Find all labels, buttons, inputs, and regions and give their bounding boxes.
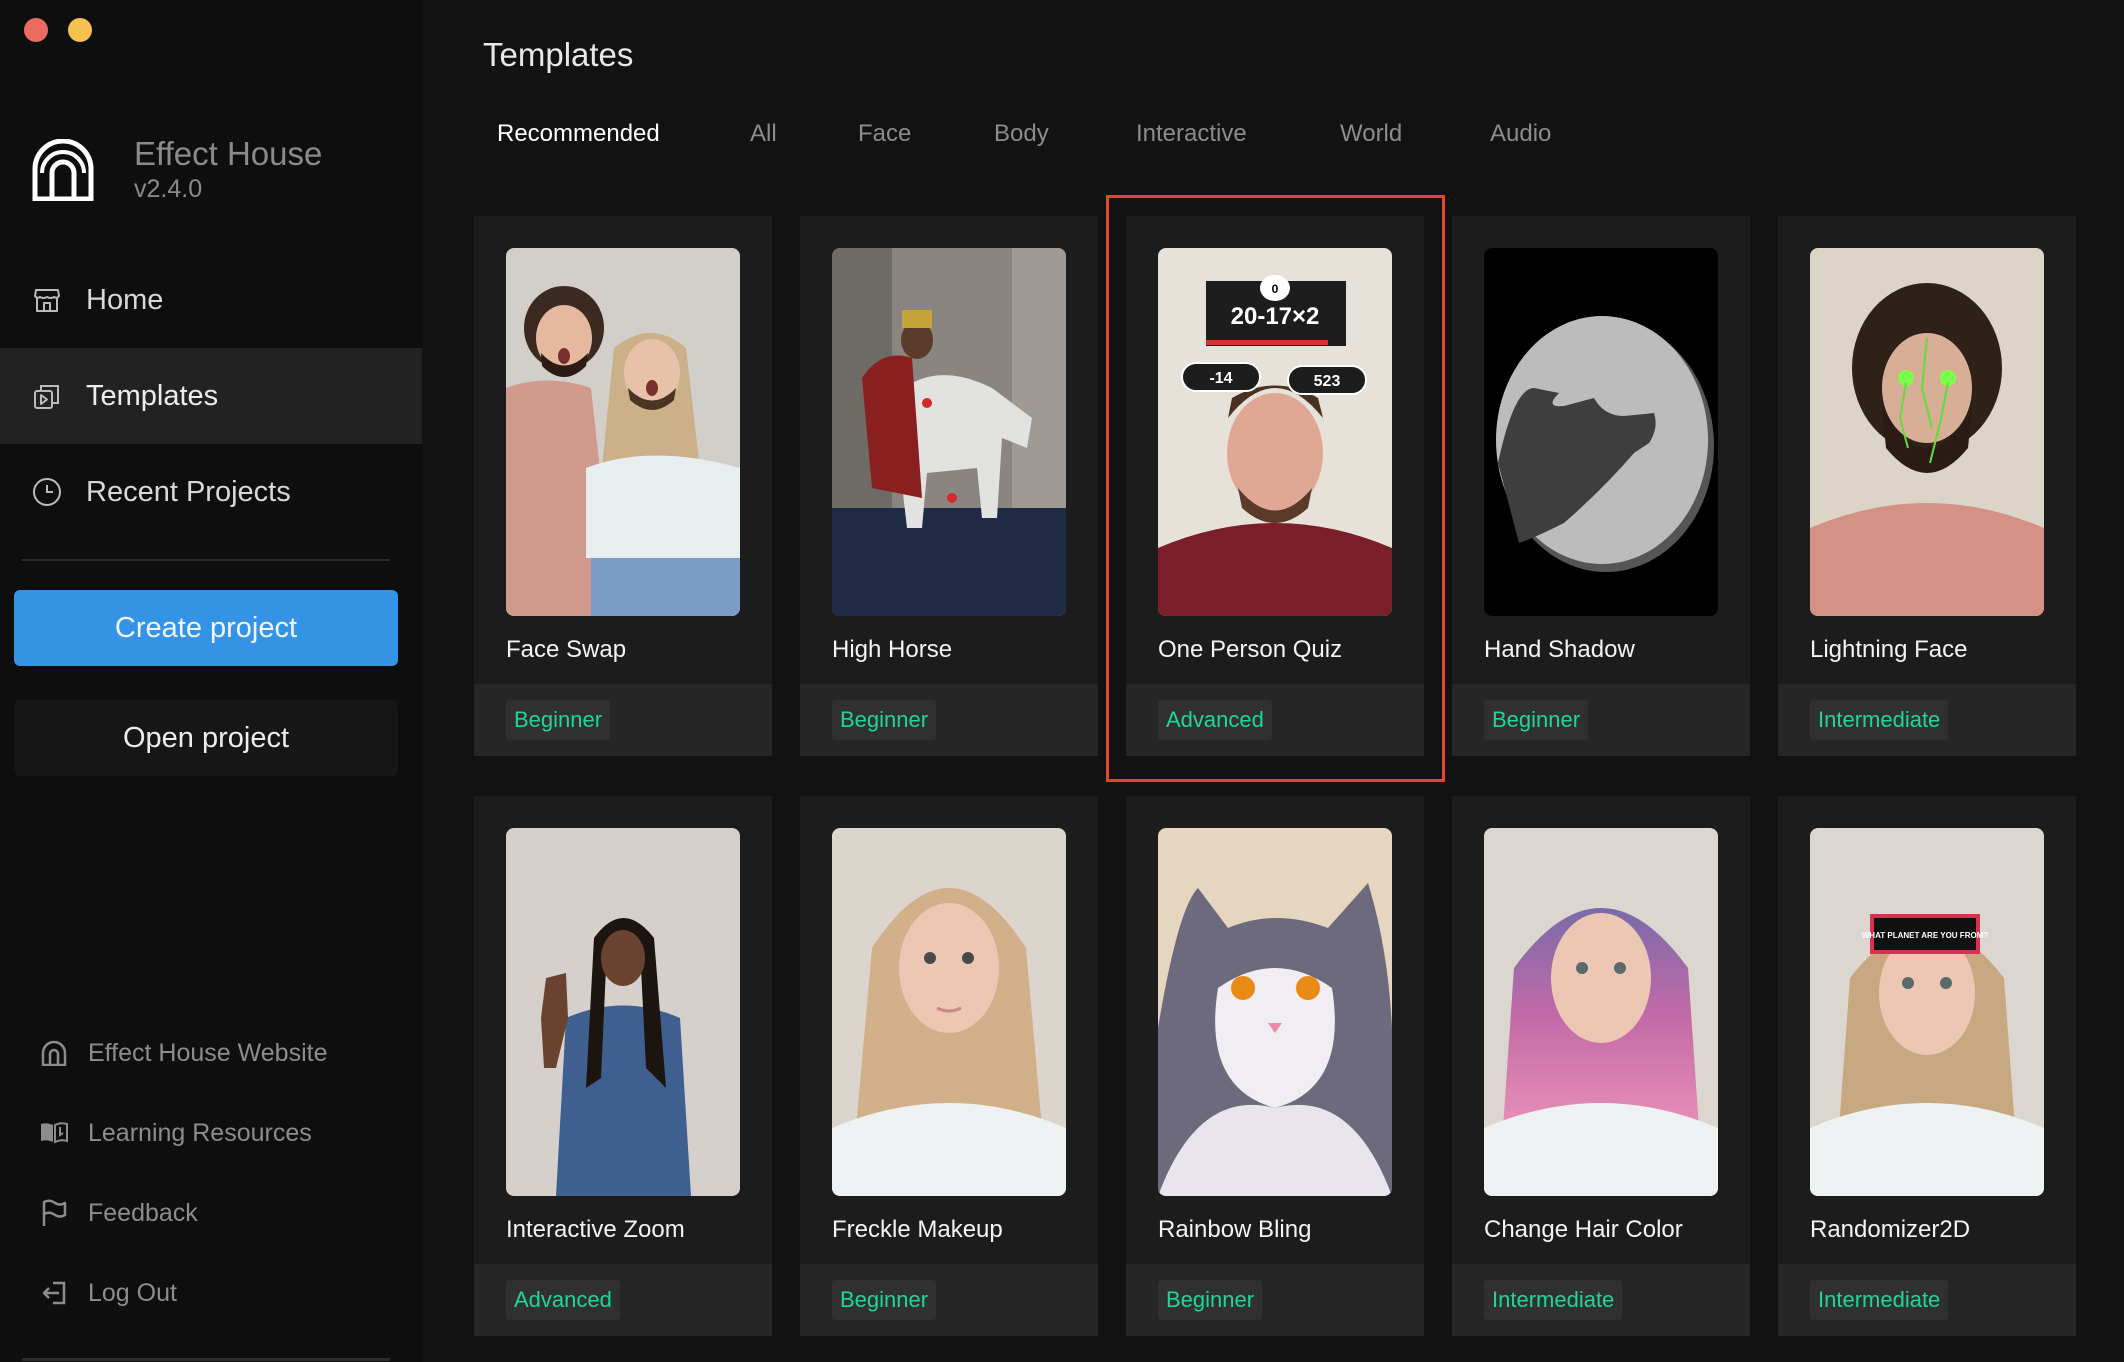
- sidebar-nav: Home Templates Recent Projects: [0, 252, 422, 540]
- book-icon: [40, 1119, 68, 1147]
- sidebar-item-home[interactable]: Home: [0, 252, 422, 348]
- sidebar-item-templates[interactable]: Templates: [0, 348, 422, 444]
- sidebar-divider: [22, 559, 390, 561]
- template-footer: Intermediate: [1778, 684, 2076, 756]
- flag-icon: [40, 1199, 68, 1227]
- tab-body[interactable]: Body: [994, 120, 1049, 148]
- template-footer: Beginner: [474, 684, 772, 756]
- page-title: Templates: [483, 36, 634, 73]
- quiz-question: 20-17×2: [1231, 303, 1320, 330]
- template-thumbnail: [1158, 828, 1392, 1196]
- tab-face[interactable]: Face: [858, 120, 911, 148]
- main-content: Templates Recommended All Face Body Inte…: [422, 0, 2124, 1362]
- level-badge: Intermediate: [1810, 700, 1949, 740]
- tab-interactive[interactable]: Interactive: [1136, 120, 1247, 148]
- sidebar-bottom-divider: [22, 1358, 390, 1361]
- effect-house-icon: [40, 1039, 68, 1067]
- sidebar-item-label: Templates: [86, 379, 219, 412]
- level-badge: Intermediate: [1484, 1280, 1623, 1320]
- template-thumbnail: [506, 828, 740, 1196]
- sidebar-item-recent-projects[interactable]: Recent Projects: [0, 444, 422, 540]
- level-badge: Advanced: [506, 1280, 620, 1320]
- log-out-link[interactable]: Log Out: [0, 1253, 422, 1333]
- clock-icon: [32, 477, 62, 507]
- template-card-rainbow-bling[interactable]: Rainbow Bling Beginner: [1126, 796, 1424, 1336]
- level-badge: Beginner: [1484, 700, 1589, 740]
- template-thumbnail: [832, 828, 1066, 1196]
- template-thumbnail: [1484, 828, 1718, 1196]
- template-footer: Beginner: [800, 684, 1098, 756]
- template-title: Change Hair Color: [1484, 1216, 1683, 1243]
- template-title: High Horse: [832, 636, 953, 663]
- app-version: v2.4.0: [134, 175, 203, 203]
- template-card-face-swap[interactable]: Face Swap Beginner: [474, 216, 772, 756]
- template-title: Hand Shadow: [1484, 636, 1635, 663]
- link-label: Learning Resources: [88, 1118, 312, 1147]
- template-footer: Beginner: [800, 1264, 1098, 1336]
- quiz-answer-left: -14: [1209, 370, 1232, 387]
- template-title: Lightning Face: [1810, 636, 1968, 663]
- quiz-answer-right: 523: [1314, 373, 1341, 390]
- template-card-freckle-makeup[interactable]: Freckle Makeup Beginner: [800, 796, 1098, 1336]
- template-card-change-hair-color[interactable]: Change Hair Color Intermediate: [1452, 796, 1750, 1336]
- logout-icon: [40, 1279, 68, 1307]
- close-window-button[interactable]: [24, 18, 48, 42]
- link-label: Log Out: [88, 1278, 177, 1307]
- minimize-window-button[interactable]: [68, 18, 92, 42]
- template-thumbnail: [1484, 248, 1718, 616]
- template-card-lightning-face[interactable]: Lightning Face Intermediate: [1778, 216, 2076, 756]
- sidebar-item-label: Recent Projects: [86, 475, 291, 508]
- template-footer: Intermediate: [1452, 1264, 1750, 1336]
- link-label: Effect House Website: [88, 1038, 328, 1067]
- randomizer-sign: WHAT PLANET ARE YOU FROM?: [1862, 931, 1989, 940]
- effect-house-website-link[interactable]: Effect House Website: [0, 1013, 422, 1093]
- template-thumbnail: [832, 248, 1066, 616]
- tab-world[interactable]: World: [1340, 120, 1402, 148]
- template-thumbnail: 0 20-17×2 -14 523: [1158, 248, 1392, 616]
- feedback-link[interactable]: Feedback: [0, 1173, 422, 1253]
- template-title: Randomizer2D: [1810, 1216, 1971, 1243]
- sidebar-links: Effect House Website Learning Resources …: [0, 1013, 422, 1333]
- template-title: Freckle Makeup: [832, 1216, 1003, 1243]
- sidebar-item-label: Home: [86, 283, 164, 316]
- quiz-score: 0: [1272, 282, 1279, 296]
- template-thumbnail: [1810, 248, 2044, 616]
- effect-house-logo-icon: [32, 139, 94, 201]
- template-card-hand-shadow[interactable]: Hand Shadow Beginner: [1452, 216, 1750, 756]
- create-project-button[interactable]: Create project: [14, 590, 398, 666]
- template-thumbnail: [506, 248, 740, 616]
- template-card-randomizer2d[interactable]: WHAT PLANET ARE YOU FROM? Randomizer2D I…: [1778, 796, 2076, 1336]
- template-thumbnail: WHAT PLANET ARE YOU FROM?: [1810, 828, 2044, 1196]
- templates-icon: [32, 381, 62, 411]
- template-card-one-person-quiz[interactable]: 0 20-17×2 -14 523 One Person Quiz Advanc…: [1126, 216, 1424, 756]
- level-badge: Beginner: [1158, 1280, 1263, 1320]
- template-card-high-horse[interactable]: High Horse Beginner: [800, 216, 1098, 756]
- home-store-icon: [32, 285, 62, 315]
- template-footer: Beginner: [1452, 684, 1750, 756]
- level-badge: Advanced: [1158, 700, 1272, 740]
- sidebar: Effect House v2.4.0 Home Templates Recen…: [0, 0, 422, 1362]
- template-footer: Advanced: [474, 1264, 772, 1336]
- template-footer: Advanced: [1126, 684, 1424, 756]
- brand: Effect House v2.4.0: [32, 134, 322, 206]
- template-footer: Beginner: [1126, 1264, 1424, 1336]
- tab-all[interactable]: All: [750, 120, 777, 148]
- level-badge: Beginner: [832, 1280, 937, 1320]
- level-badge: Beginner: [506, 700, 611, 740]
- template-card-interactive-zoom[interactable]: Interactive Zoom Advanced: [474, 796, 772, 1336]
- open-project-button[interactable]: Open project: [14, 700, 398, 776]
- app-name: Effect House: [134, 135, 323, 172]
- template-title: Face Swap: [506, 636, 627, 663]
- level-badge: Beginner: [832, 700, 937, 740]
- tab-recommended[interactable]: Recommended: [497, 120, 660, 148]
- level-badge: Intermediate: [1810, 1280, 1949, 1320]
- template-title: Interactive Zoom: [506, 1216, 685, 1243]
- tab-audio[interactable]: Audio: [1490, 120, 1551, 148]
- link-label: Feedback: [88, 1198, 198, 1227]
- learning-resources-link[interactable]: Learning Resources: [0, 1093, 422, 1173]
- template-title: Rainbow Bling: [1158, 1216, 1312, 1243]
- template-footer: Intermediate: [1778, 1264, 2076, 1336]
- template-title: One Person Quiz: [1158, 636, 1343, 663]
